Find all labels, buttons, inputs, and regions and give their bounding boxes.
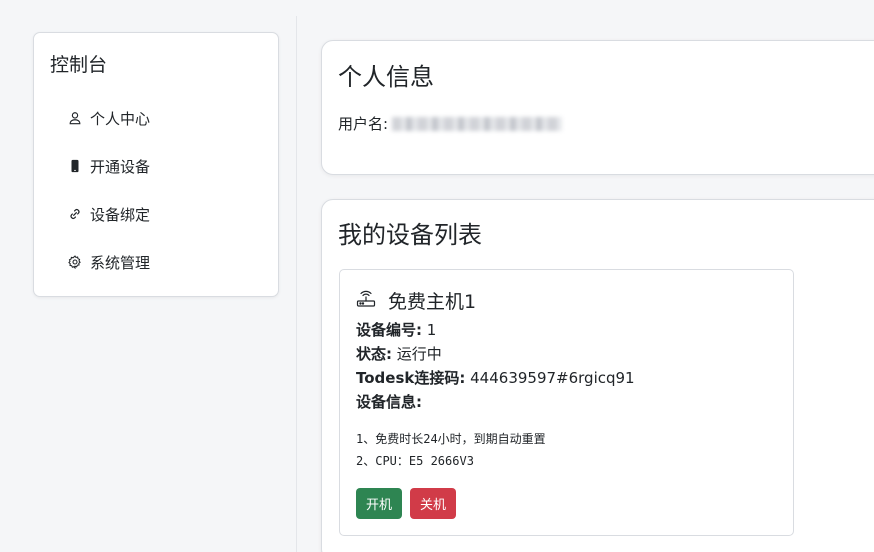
device-info-line: 1、免费时长24小时，到期自动重置 bbox=[356, 432, 546, 446]
sidebar-item-label: 个人中心 bbox=[90, 109, 151, 128]
divider bbox=[296, 16, 297, 552]
user-icon bbox=[66, 109, 84, 127]
profile-title: 个人信息 bbox=[338, 63, 434, 91]
device-info-text: 1、免费时长24小时，到期自动重置 2、CPU：E5 2666V3 bbox=[356, 428, 546, 472]
device-todesk-label: Todesk连接码: bbox=[356, 369, 466, 387]
device-id: 设备编号: 1 bbox=[356, 320, 436, 340]
device-status: 状态: 运行中 bbox=[356, 344, 442, 364]
phone-icon bbox=[66, 157, 84, 175]
sidebar-item-label: 系统管理 bbox=[90, 253, 151, 272]
sidebar-item-open-device[interactable]: 开通设备 bbox=[66, 151, 266, 181]
username-value-redacted bbox=[392, 116, 563, 131]
device-name: 免费主机1 bbox=[388, 291, 477, 313]
sidebar-item-label: 设备绑定 bbox=[90, 205, 151, 224]
device-header: 免费主机1 bbox=[356, 287, 476, 314]
gear-icon bbox=[66, 253, 84, 271]
sidebar-item-system-management[interactable]: 系统管理 bbox=[66, 247, 266, 277]
devices-title: 我的设备列表 bbox=[338, 221, 482, 249]
sidebar-title: 控制台 bbox=[50, 54, 108, 76]
sidebar-item-profile[interactable]: 个人中心 bbox=[66, 103, 266, 133]
page: 控制台 个人中心 开通设备 设备绑定 系统管理 个人信息 用户名: 我的设备列表… bbox=[0, 0, 874, 552]
sidebar-item-label: 开通设备 bbox=[90, 157, 151, 176]
device-info: 设备信息: bbox=[356, 392, 422, 412]
username-label: 用户名: bbox=[338, 115, 389, 133]
device-card: 免费主机1 设备编号: 1 状态: 运行中 Todesk连接码: 4446395… bbox=[339, 269, 794, 536]
device-todesk-value[interactable]: 444639597#6rgicq91 bbox=[470, 369, 634, 387]
sidebar: 控制台 个人中心 开通设备 设备绑定 系统管理 bbox=[33, 32, 279, 297]
router-icon bbox=[356, 290, 388, 312]
device-todesk: Todesk连接码: 444639597#6rgicq91 bbox=[356, 368, 635, 388]
device-id-label: 设备编号: bbox=[356, 321, 422, 339]
profile-card: 个人信息 用户名: bbox=[321, 40, 874, 175]
username-row: 用户名: bbox=[338, 113, 563, 134]
power-off-button[interactable]: 关机 bbox=[410, 488, 456, 519]
device-status-label: 状态: bbox=[356, 345, 392, 363]
sidebar-item-device-binding[interactable]: 设备绑定 bbox=[66, 199, 266, 229]
devices-card: 我的设备列表 免费主机1 设备编号: 1 状态: 运行中 Todesk连接码: … bbox=[321, 199, 874, 552]
power-on-button[interactable]: 开机 bbox=[356, 488, 402, 519]
device-info-line: 2、CPU：E5 2666V3 bbox=[356, 454, 474, 468]
device-status-value: 运行中 bbox=[396, 345, 442, 363]
device-info-label: 设备信息: bbox=[356, 393, 422, 411]
link-icon bbox=[66, 205, 84, 223]
device-id-value: 1 bbox=[426, 321, 437, 339]
